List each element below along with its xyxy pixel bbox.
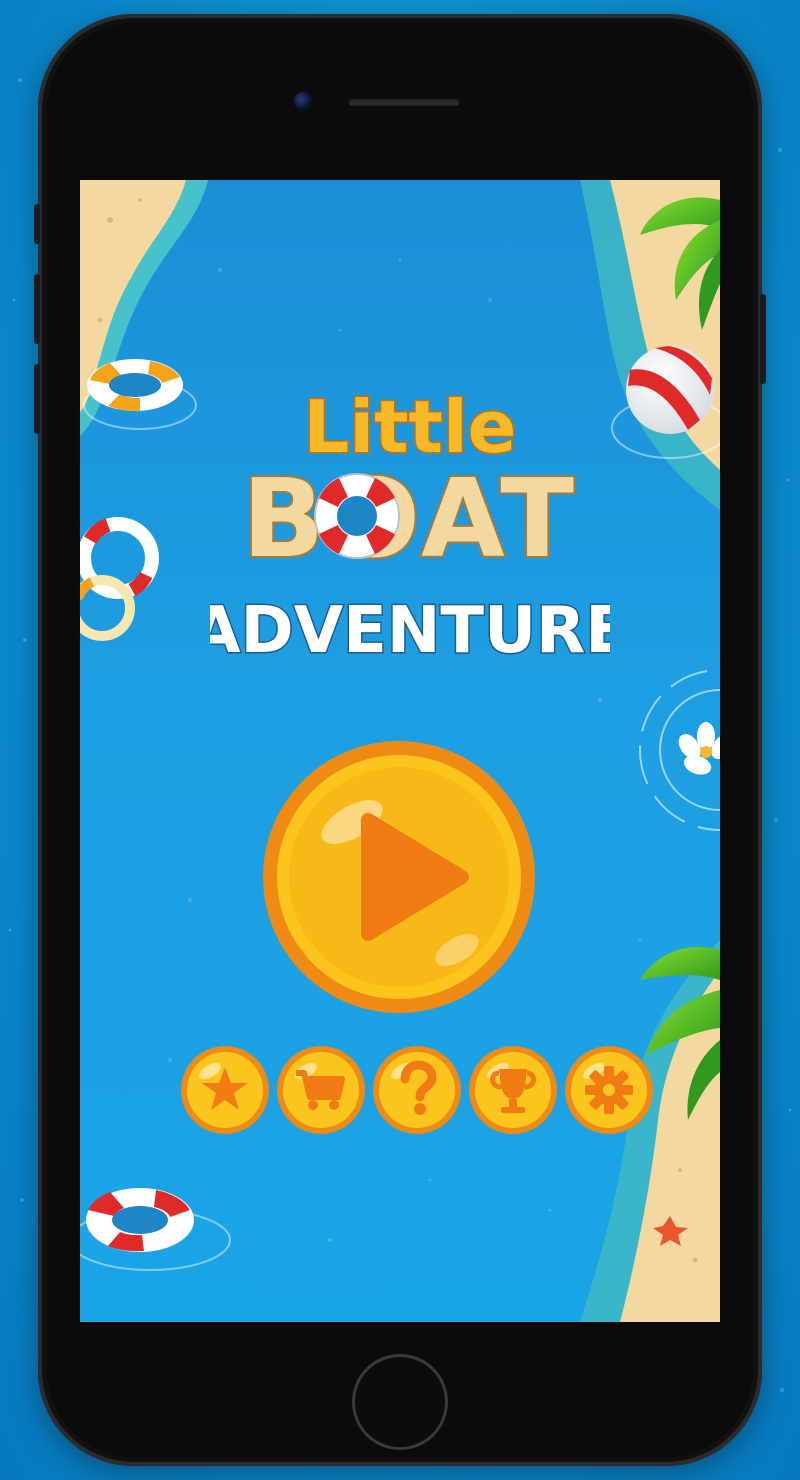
play-button-graphic — [263, 741, 535, 1013]
life-ring-red-icon — [80, 1188, 231, 1271]
shop-button[interactable] — [276, 1045, 366, 1135]
title-line-boat: BOAT — [242, 457, 578, 582]
favorites-button[interactable] — [180, 1045, 270, 1135]
help-button-graphic — [373, 1046, 461, 1134]
power-button — [760, 294, 766, 384]
shop-button-graphic — [277, 1046, 365, 1134]
help-button[interactable] — [372, 1045, 462, 1135]
life-ring-orange-icon — [83, 359, 197, 430]
menu-buttons-row — [180, 1045, 660, 1137]
settings-button-graphic — [565, 1046, 653, 1134]
game-logo: Little BOAT ADVENTURE — [210, 384, 610, 670]
gear-icon — [585, 1066, 633, 1114]
life-ring-letter-icon — [314, 473, 400, 559]
game-screen: Little BOAT ADVENTURE — [80, 180, 720, 1322]
play-button[interactable] — [262, 740, 536, 1014]
title-line-adventure: ADVENTURE — [210, 594, 610, 668]
mute-switch — [34, 204, 40, 244]
earpiece-speaker — [348, 98, 460, 106]
life-ring-pair-icon — [80, 517, 159, 641]
front-camera — [294, 92, 312, 110]
settings-button[interactable] — [564, 1045, 654, 1135]
favorites-button-graphic — [181, 1046, 269, 1134]
flower-icon — [678, 722, 720, 775]
leaderboard-button[interactable] — [468, 1045, 558, 1135]
phone-frame: Little BOAT ADVENTURE — [34, 14, 766, 1466]
leaderboard-button-graphic — [469, 1046, 557, 1134]
volume-up-button — [34, 274, 40, 344]
volume-down-button — [34, 364, 40, 434]
home-button[interactable] — [352, 1354, 448, 1450]
